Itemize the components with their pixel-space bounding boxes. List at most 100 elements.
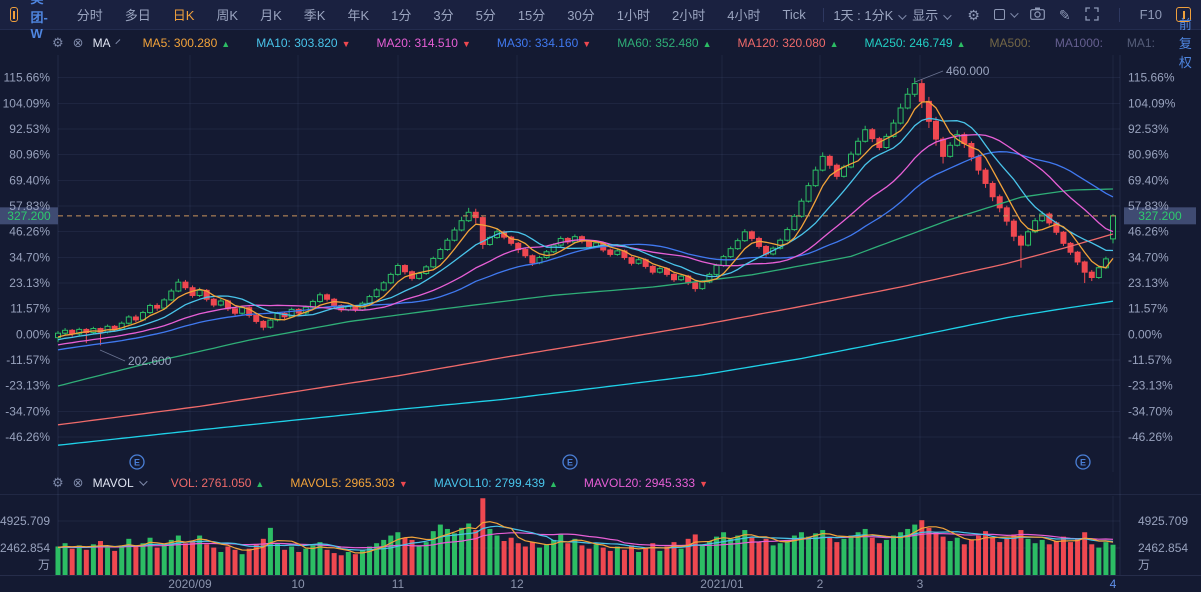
divider xyxy=(1119,8,1120,22)
svg-text:0.00%: 0.00% xyxy=(1128,327,1162,341)
legend-item[interactable]: MA30: 334.160▼ xyxy=(497,36,591,50)
svg-text:3: 3 xyxy=(917,577,924,591)
svg-text:2: 2 xyxy=(817,577,824,591)
svg-text:104.09%: 104.09% xyxy=(3,96,51,110)
legend-item[interactable]: MAVOL5: 2965.303▼ xyxy=(290,476,407,490)
svg-text:-46.26%: -46.26% xyxy=(5,430,50,444)
indicator-settings-gear-icon[interactable]: ⚙ xyxy=(52,35,64,51)
ma-lines xyxy=(58,102,1113,446)
ma-indicator-bar: ⚙ ⊗ MA MA5: 300.280▲ MA10: 303.820▼ MA20: … xyxy=(0,30,1201,55)
indicator-close-icon[interactable]: ⊗ xyxy=(73,475,84,491)
timeframe-tab[interactable]: 3分 xyxy=(422,5,464,24)
svg-text:2462.854: 2462.854 xyxy=(1138,541,1188,555)
timeframe-tab[interactable]: 5分 xyxy=(465,5,507,24)
timeframe-tab[interactable]: 月K xyxy=(249,5,293,24)
legend-item[interactable]: MA60: 352.480▲ xyxy=(617,36,711,50)
svg-text:-34.70%: -34.70% xyxy=(5,404,50,418)
timeframe-tab[interactable]: 年K xyxy=(336,5,380,24)
svg-text:460.000: 460.000 xyxy=(946,64,990,78)
timeframe-tab[interactable]: 2小时 xyxy=(661,5,716,24)
fullscreen-expand-icon[interactable] xyxy=(1085,7,1099,23)
svg-text:万: 万 xyxy=(38,558,50,572)
svg-text:12: 12 xyxy=(510,577,524,591)
legend-item[interactable]: MA10: 303.820▼ xyxy=(256,36,350,50)
settings-gear-icon[interactable]: ⚙ xyxy=(967,8,980,22)
timeframe-tabs: 分时多日日K周K月K季K年K1分3分5分15分30分1小时2小时4小时Tick xyxy=(66,5,817,24)
timeframe-tab[interactable]: 30分 xyxy=(556,5,605,24)
legend-item[interactable]: MAVOL10: 2799.439▲ xyxy=(434,476,558,490)
layout-square-icon xyxy=(994,9,1005,20)
display-menu[interactable]: 显示 xyxy=(908,5,953,24)
svg-text:2462.854: 2462.854 xyxy=(0,541,50,555)
svg-text:-46.26%: -46.26% xyxy=(1128,430,1173,444)
candlestick-chart[interactable]: 327.200327.200115.66%115.66%104.09%104.0… xyxy=(0,0,1201,592)
svg-text:-11.57%: -11.57% xyxy=(6,353,50,367)
svg-text:万: 万 xyxy=(1138,558,1150,572)
toolbar-right-icons: 显示 ⚙ ✎ F10 xyxy=(908,5,1191,24)
draw-pencil-icon[interactable]: ✎ xyxy=(1059,8,1071,22)
svg-text:115.66%: 115.66% xyxy=(4,71,51,85)
legend-item[interactable]: VOL: 2761.050▲ xyxy=(171,476,265,490)
svg-text:92.53%: 92.53% xyxy=(1128,122,1169,136)
svg-text:-34.70%: -34.70% xyxy=(1128,404,1173,418)
svg-text:2021/01: 2021/01 xyxy=(700,577,744,591)
layout-menu[interactable] xyxy=(994,9,1016,20)
svg-text:46.26%: 46.26% xyxy=(1128,225,1169,239)
timeframe-tab[interactable]: 4小时 xyxy=(716,5,771,24)
svg-text:104.09%: 104.09% xyxy=(1128,96,1176,110)
svg-text:-23.13%: -23.13% xyxy=(1128,379,1173,393)
legend-item[interactable]: MA120: 320.080▲ xyxy=(738,36,839,50)
svg-text:46.26%: 46.26% xyxy=(9,225,50,239)
svg-text:4925.709: 4925.709 xyxy=(0,514,50,528)
legend-item[interactable]: MA5: 300.280▲ xyxy=(143,36,231,50)
top-toolbar: 美团-W 分时多日日K周K月K季K年K1分3分5分15分30分1小时2小时4小时… xyxy=(0,0,1201,30)
svg-text:34.70%: 34.70% xyxy=(9,250,50,264)
timeframe-tab[interactable]: 15分 xyxy=(507,5,556,24)
timeframe-tab[interactable]: 分时 xyxy=(66,5,114,24)
legend-item-inactive[interactable]: MA1: xyxy=(1127,36,1155,50)
earnings-event-marker[interactable]: E xyxy=(1076,455,1090,469)
interval-selector[interactable]: 1天 : 1分K xyxy=(829,5,908,24)
earnings-event-marker[interactable]: E xyxy=(563,455,577,469)
legend-item-inactive[interactable]: MA1000: xyxy=(1055,36,1103,50)
mavol-legend: VOL: 2761.050▲ MAVOL5: 2965.303▼ MAVOL10: … xyxy=(145,476,708,490)
indicator-settings-gear-icon[interactable]: ⚙ xyxy=(52,475,64,491)
legend-item-inactive[interactable]: MA500: xyxy=(990,36,1031,50)
svg-text:115.66%: 115.66% xyxy=(1128,71,1175,85)
svg-text:23.13%: 23.13% xyxy=(9,276,50,290)
camera-icon[interactable] xyxy=(1030,7,1045,22)
chevron-down-icon xyxy=(898,11,906,19)
f10-button[interactable]: F10 xyxy=(1140,8,1162,21)
svg-text:57.83%: 57.83% xyxy=(9,199,50,213)
svg-text:69.40%: 69.40% xyxy=(9,173,50,187)
timeframe-tab[interactable]: 周K xyxy=(205,5,249,24)
timeframe-tab[interactable]: 多日 xyxy=(114,5,162,24)
svg-text:11.57%: 11.57% xyxy=(1128,302,1168,316)
timeframe-tab[interactable]: 季K xyxy=(293,5,337,24)
svg-text:-11.57%: -11.57% xyxy=(1128,353,1172,367)
svg-text:69.40%: 69.40% xyxy=(1128,173,1169,187)
svg-text:0.00%: 0.00% xyxy=(16,327,50,341)
timeframe-tab[interactable]: 1小时 xyxy=(606,5,661,24)
timeframe-tab[interactable]: 1分 xyxy=(380,5,422,24)
earnings-event-marker[interactable]: E xyxy=(130,455,144,469)
timeframe-tab[interactable]: Tick xyxy=(771,7,816,22)
legend-item[interactable]: MA20: 314.510▼ xyxy=(377,36,471,50)
timeframe-tab[interactable]: 日K xyxy=(162,5,206,24)
adjust-mode-button[interactable]: 前复权 xyxy=(1179,14,1192,71)
svg-text:80.96%: 80.96% xyxy=(9,148,50,162)
svg-text:34.70%: 34.70% xyxy=(1128,250,1169,264)
svg-text:4925.709: 4925.709 xyxy=(1138,514,1188,528)
indicator-name[interactable]: MAVOL xyxy=(93,476,134,490)
volume-indicator-bar: ⚙ ⊗ MAVOL VOL: 2761.050▲ MAVOL5: 2965.303… xyxy=(0,471,1201,495)
ma-legend: MA5: 300.280▲ MA10: 303.820▼ MA20: 314.510… xyxy=(117,36,966,50)
legend-item[interactable]: MAVOL20: 2945.333▼ xyxy=(584,476,708,490)
svg-text:202.600: 202.600 xyxy=(128,354,172,368)
sidebar-toggle-icon[interactable] xyxy=(10,7,18,22)
svg-text:E: E xyxy=(567,458,573,468)
chevron-down-icon xyxy=(943,11,951,19)
indicator-name[interactable]: MA xyxy=(93,36,111,50)
legend-item[interactable]: MA250: 246.749▲ xyxy=(865,36,966,50)
svg-text:4: 4 xyxy=(1110,577,1117,591)
indicator-close-icon[interactable]: ⊗ xyxy=(73,35,84,51)
